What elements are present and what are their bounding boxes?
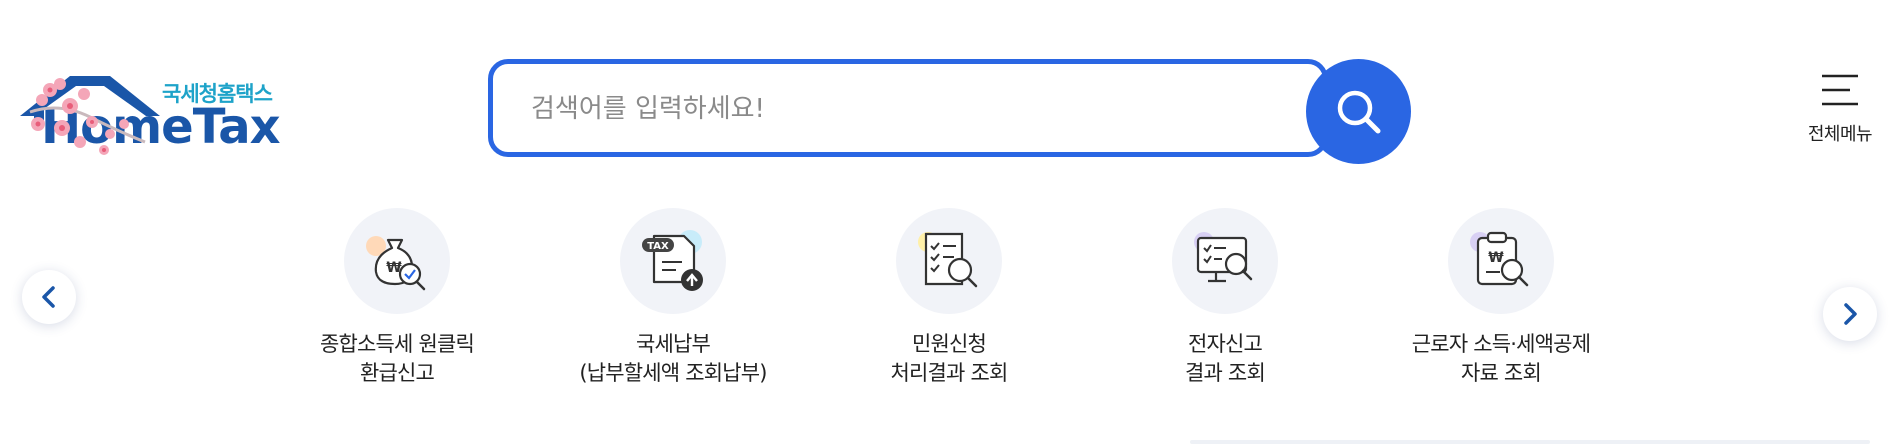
- quick-menu-label: 종합소득세 원클릭 환급신고: [319, 332, 475, 385]
- search-button[interactable]: [1306, 59, 1411, 164]
- quick-menu-national-tax-payment[interactable]: TAX 국세납부 (납부할세액 조회납부): [533, 208, 813, 388]
- hamburger-icon: [1822, 74, 1858, 106]
- quick-menu-label: 전자신고 결과 조회: [1185, 332, 1266, 385]
- monitor-search-icon: [1172, 208, 1278, 314]
- svg-text:TAX: TAX: [647, 241, 669, 252]
- hometax-logo[interactable]: 국세청홈택스 HomeTax: [20, 72, 390, 162]
- search-icon: [1337, 90, 1380, 133]
- search-input[interactable]: [529, 84, 1273, 134]
- search-bar: [488, 59, 1328, 157]
- money-bag-search-icon: ₩: [344, 208, 450, 314]
- full-menu-button[interactable]: 전체메뉴: [1798, 72, 1882, 152]
- section-divider: [1190, 440, 1870, 444]
- carousel-prev-button[interactable]: [22, 270, 76, 324]
- checklist-search-icon: [896, 208, 1002, 314]
- quick-menu-label: 국세납부 (납부할세액 조회납부): [579, 332, 767, 385]
- clipboard-won-search-icon: ₩: [1448, 208, 1554, 314]
- chevron-left-icon: [42, 286, 55, 308]
- quick-menu-civil-petition-result[interactable]: 민원신청 처리결과 조회: [809, 208, 1089, 388]
- cherry-blossom-icon: [29, 78, 146, 155]
- quick-menu-income-tax-refund[interactable]: ₩ 종합소득세 원클릭 환급신고: [257, 208, 537, 388]
- chevron-right-icon: [1844, 303, 1857, 325]
- carousel-next-button[interactable]: [1823, 287, 1877, 341]
- full-menu-label: 전체메뉴: [1807, 124, 1873, 145]
- svg-text:₩: ₩: [1488, 250, 1504, 266]
- tax-document-upload-icon: TAX: [620, 208, 726, 314]
- quick-menu-year-end-deduction-data[interactable]: ₩ 근로자 소득·세액공제 자료 조회: [1361, 208, 1641, 388]
- quick-menu-e-filing-result[interactable]: 전자신고 결과 조회: [1085, 208, 1365, 388]
- quick-menu-label: 근로자 소득·세액공제 자료 조회: [1411, 332, 1591, 385]
- quick-menu-label: 민원신청 처리결과 조회: [890, 332, 1009, 385]
